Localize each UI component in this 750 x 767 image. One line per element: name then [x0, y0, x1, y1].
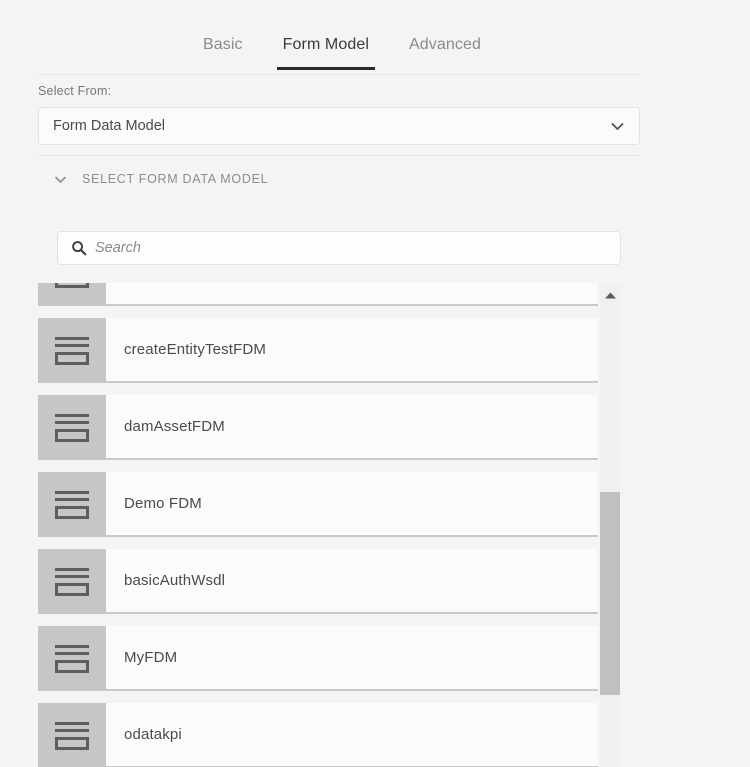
tab-form-model[interactable]: Form Model [276, 30, 376, 70]
list-item-label: damAssetFDM [124, 418, 225, 435]
scroll-up-button[interactable] [600, 285, 620, 307]
scrollbar-thumb[interactable] [600, 492, 620, 695]
select-from-dropdown[interactable]: Form Data Model [38, 107, 640, 145]
tab-advanced[interactable]: Advanced [407, 30, 483, 56]
list-item[interactable]: createEntityTestFDM [38, 318, 598, 383]
select-from-value: Form Data Model [53, 118, 166, 134]
form-data-model-icon [38, 283, 106, 306]
form-data-model-list: createEntityTestFDM damAssetFDM Demo FDM [38, 283, 640, 767]
list-item[interactable]: damAssetFDM [38, 395, 598, 460]
list-scroller: createEntityTestFDM damAssetFDM Demo FDM [38, 283, 598, 767]
list-item-label: basicAuthWsdl [124, 572, 226, 589]
form-data-model-icon [38, 318, 106, 383]
form-data-model-icon [38, 395, 106, 460]
list-item[interactable] [38, 283, 598, 306]
chevron-down-icon [605, 114, 629, 138]
form-data-model-icon [38, 549, 106, 614]
list-scrollbar[interactable] [600, 285, 620, 767]
list-item-label: Demo FDM [124, 495, 202, 512]
list-item[interactable]: Demo FDM [38, 472, 598, 537]
section-title: SELECT FORM DATA MODEL [82, 172, 269, 186]
chevron-down-icon [50, 169, 70, 189]
form-data-model-icon [38, 703, 106, 767]
search-field[interactable] [57, 231, 621, 265]
search-icon [70, 240, 87, 257]
select-form-data-model-section-header[interactable]: SELECT FORM DATA MODEL [50, 168, 268, 190]
list-item[interactable]: odatakpi [38, 703, 598, 767]
list-item-label: createEntityTestFDM [124, 341, 267, 358]
section-divider [38, 155, 640, 156]
list-item-label: MyFDM [124, 649, 178, 666]
list-item[interactable]: MyFDM [38, 626, 598, 691]
select-from-label: Select From: [38, 84, 112, 98]
tab-bar: Basic Form Model Advanced [38, 30, 640, 75]
triangle-up-icon [604, 287, 617, 305]
form-data-model-icon [38, 626, 106, 691]
tab-basic[interactable]: Basic [201, 30, 245, 56]
list-item[interactable]: basicAuthWsdl [38, 549, 598, 614]
search-input[interactable] [95, 232, 620, 264]
form-data-model-icon [38, 472, 106, 537]
list-item-label: odatakpi [124, 726, 182, 743]
